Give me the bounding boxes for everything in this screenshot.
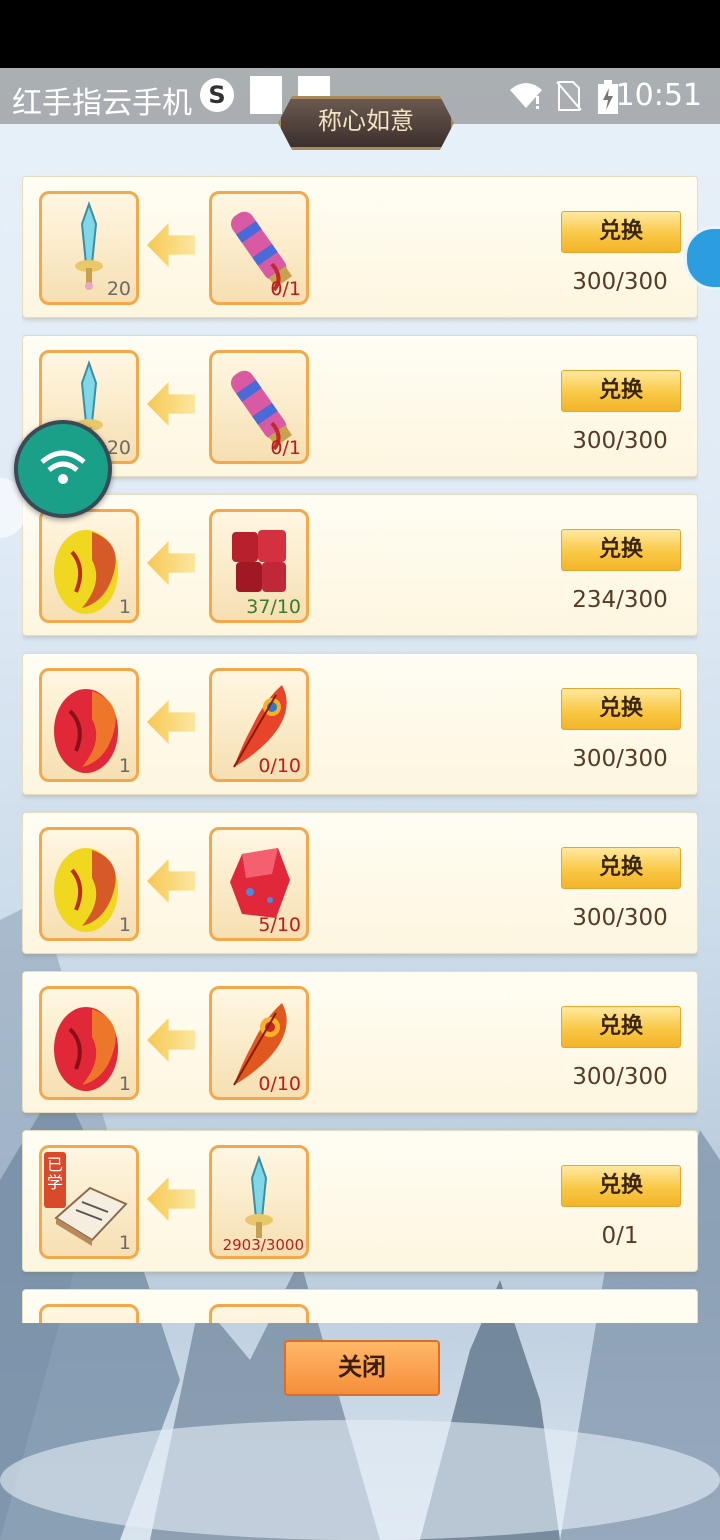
exchange-row: 1 5/10 兑换 300/300 xyxy=(22,812,698,954)
reward-slot[interactable]: 1 xyxy=(39,668,139,782)
reward-slot[interactable]: 1 xyxy=(39,509,139,623)
cost-slot[interactable] xyxy=(209,1304,309,1323)
exchange-button[interactable]: 兑换 xyxy=(561,1006,681,1048)
arrow-left-icon xyxy=(147,859,195,903)
reward-count: 1 xyxy=(118,1232,131,1254)
exchange-row: 20 0/1 兑换 300/300 xyxy=(22,176,698,318)
top-black-bar xyxy=(0,0,720,68)
cost-slot[interactable]: 37/10 xyxy=(209,509,309,623)
arrow-left-icon xyxy=(147,541,195,585)
exchange-row xyxy=(22,1289,698,1323)
cost-slot[interactable]: 0/10 xyxy=(209,986,309,1100)
exchange-button[interactable]: 兑换 xyxy=(561,688,681,730)
exchange-quota: 300/300 xyxy=(572,269,668,295)
exchange-quota: 300/300 xyxy=(572,746,668,772)
cost-slot[interactable]: 0/1 xyxy=(209,350,309,464)
exchange-quota: 300/300 xyxy=(572,1064,668,1090)
exchange-button[interactable]: 兑换 xyxy=(561,370,681,412)
cost-slot[interactable]: 0/10 xyxy=(209,668,309,782)
floating-wifi-ball[interactable] xyxy=(14,420,112,518)
reward-slot[interactable]: 已学 1 xyxy=(39,1145,139,1259)
exchange-button[interactable]: 兑换 xyxy=(561,529,681,571)
learned-badge: 已学 xyxy=(44,1152,66,1208)
reward-count: 20 xyxy=(106,437,131,459)
reward-count: 1 xyxy=(118,755,131,777)
exchange-row: 1 0/10 兑换 300/300 xyxy=(22,971,698,1113)
arrow-left-icon xyxy=(147,1018,195,1062)
exchange-quota: 0/1 xyxy=(601,1223,639,1249)
no-sim-icon xyxy=(556,80,582,119)
arrow-left-icon xyxy=(147,223,195,267)
exchange-list[interactable]: 20 0/1 兑换 300/300 20 0/1 兑换 300/300 1 37… xyxy=(22,176,698,1323)
exchange-quota: 300/300 xyxy=(572,905,668,931)
cost-count: 37/10 xyxy=(246,596,301,618)
s-logo-icon: S xyxy=(200,78,234,112)
wifi-icon xyxy=(40,450,86,484)
close-button[interactable]: 关闭 xyxy=(284,1340,440,1396)
reward-slot[interactable]: 1 xyxy=(39,986,139,1100)
cost-count: 2903/3000 xyxy=(222,1236,304,1254)
exchange-row: 20 0/1 兑换 300/300 xyxy=(22,335,698,477)
reward-slot[interactable]: 20 xyxy=(39,191,139,305)
exchange-row: 已学 1 2903/3000 兑换 0/1 xyxy=(22,1130,698,1272)
cost-count: 5/10 xyxy=(258,914,301,936)
cost-slot[interactable]: 2903/3000 xyxy=(209,1145,309,1259)
arrow-left-icon xyxy=(147,1177,195,1221)
cost-slot[interactable]: 0/1 xyxy=(209,191,309,305)
panel-title: 称心如意 xyxy=(278,96,454,150)
exchange-row: 1 37/10 兑换 234/300 xyxy=(22,494,698,636)
reward-count: 1 xyxy=(118,596,131,618)
reward-count: 1 xyxy=(118,1073,131,1095)
exchange-button[interactable]: 兑换 xyxy=(561,1165,681,1207)
wifi-alert-icon xyxy=(508,80,544,117)
reward-slot[interactable]: 1 xyxy=(39,827,139,941)
cost-count: 0/10 xyxy=(258,1073,301,1095)
cost-count: 0/1 xyxy=(270,278,301,300)
app-name: 红手指云手机 xyxy=(12,86,192,121)
arrow-left-icon xyxy=(147,382,195,426)
cost-count: 0/10 xyxy=(258,755,301,777)
exchange-button[interactable]: 兑换 xyxy=(561,211,681,253)
arrow-left-icon xyxy=(147,700,195,744)
white-square-icon xyxy=(250,76,282,114)
reward-count: 1 xyxy=(118,914,131,936)
clock: 10:51 xyxy=(615,78,702,113)
exchange-button[interactable]: 兑换 xyxy=(561,847,681,889)
cost-slot[interactable]: 5/10 xyxy=(209,827,309,941)
cost-count: 0/1 xyxy=(270,437,301,459)
exchange-row: 1 0/10 兑换 300/300 xyxy=(22,653,698,795)
reward-slot[interactable] xyxy=(39,1304,139,1323)
reward-count: 20 xyxy=(106,278,131,300)
exchange-quota: 300/300 xyxy=(572,428,668,454)
exchange-quota: 234/300 xyxy=(572,587,668,613)
